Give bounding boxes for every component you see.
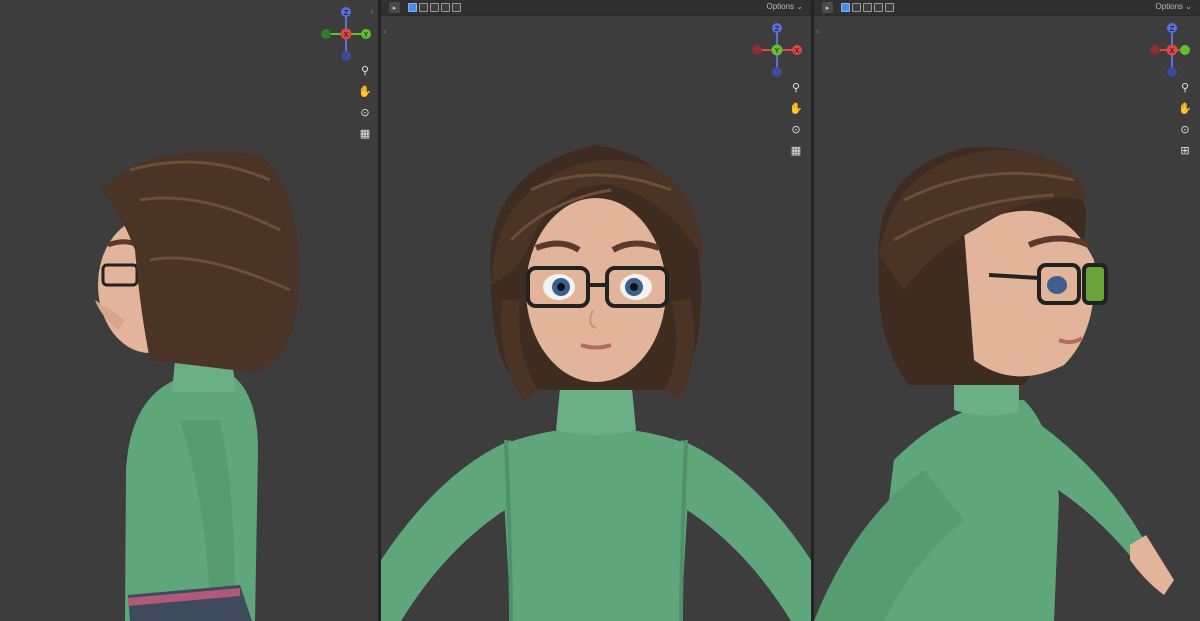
- navigation-gizmo[interactable]: Z X: [1142, 20, 1200, 80]
- svg-text:Z: Z: [344, 9, 349, 17]
- hand-icon[interactable]: ✋: [356, 83, 374, 100]
- camera-icon[interactable]: ⊙: [1176, 121, 1194, 138]
- hand-icon[interactable]: ✋: [787, 100, 805, 117]
- svg-text:X: X: [344, 31, 349, 39]
- camera-icon[interactable]: ⊙: [787, 121, 805, 138]
- viewport-right[interactable]: ▸ Options ⌄ ‹ Z X ⚲ ✋ ⊙ ⊞: [814, 0, 1200, 621]
- viewport-tools: ⚲ ✋ ⊙ ▦: [787, 79, 805, 159]
- hand-icon[interactable]: ✋: [1176, 100, 1194, 117]
- expand-left-arrow[interactable]: ‹: [816, 28, 824, 36]
- zoom-icon[interactable]: ⚲: [356, 62, 374, 79]
- character-front-view: [381, 145, 811, 621]
- svg-text:Z: Z: [775, 25, 780, 33]
- viewport-middle[interactable]: ▸ Options ⌄ ‹ Z X Y ⚲ ✋ ⊙ ▦: [381, 0, 811, 621]
- zoom-icon[interactable]: ⚲: [1176, 79, 1194, 96]
- svg-text:X: X: [795, 47, 800, 55]
- navigation-gizmo[interactable]: Z Y X: [316, 4, 376, 64]
- grid-icon[interactable]: ▦: [356, 125, 374, 142]
- svg-text:Y: Y: [363, 31, 369, 39]
- viewport-tools: ⚲ ✋ ⊙ ▦: [356, 62, 374, 142]
- character-three-quarter-view: [814, 147, 1174, 621]
- viewport-tools: ⚲ ✋ ⊙ ⊞: [1176, 79, 1194, 159]
- expand-left-arrow[interactable]: ‹: [383, 28, 391, 36]
- navigation-gizmo[interactable]: Z X Y: [747, 20, 807, 80]
- camera-icon[interactable]: ⊙: [356, 104, 374, 121]
- grid-icon[interactable]: ▦: [787, 142, 805, 159]
- svg-text:Z: Z: [1170, 25, 1175, 33]
- character-side-view: [95, 151, 299, 621]
- svg-text:Y: Y: [774, 47, 780, 55]
- zoom-icon[interactable]: ⚲: [787, 79, 805, 96]
- svg-text:X: X: [1170, 47, 1175, 55]
- viewport-left[interactable]: ‹ Z Y X ⚲ ✋ ⊙ ▦: [0, 0, 378, 621]
- perspective-grid-icon[interactable]: ⊞: [1176, 142, 1194, 159]
